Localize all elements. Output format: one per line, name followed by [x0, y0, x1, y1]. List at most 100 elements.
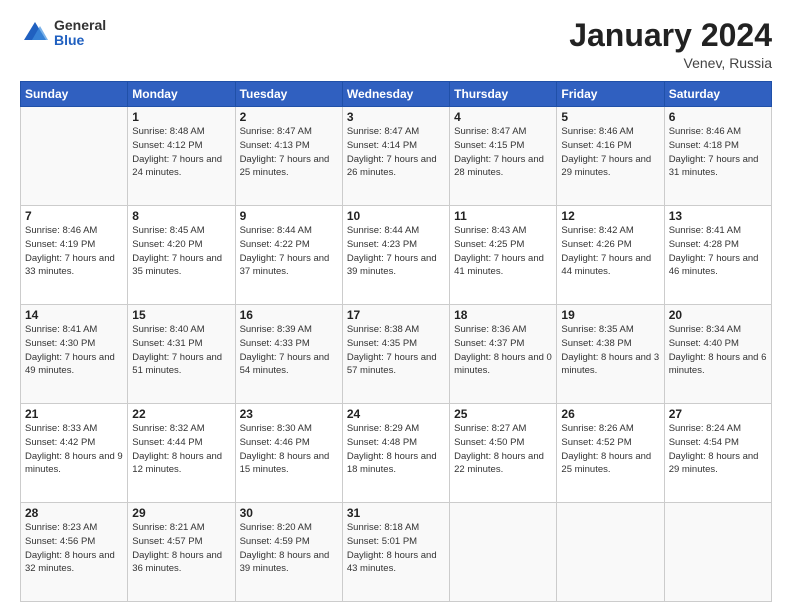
day-number: 12 — [561, 209, 659, 223]
day-cell: 18Sunrise: 8:36 AMSunset: 4:37 PMDayligh… — [450, 305, 557, 404]
day-cell: 4Sunrise: 8:47 AMSunset: 4:15 PMDaylight… — [450, 107, 557, 206]
day-number: 19 — [561, 308, 659, 322]
day-number: 22 — [132, 407, 230, 421]
day-cell — [21, 107, 128, 206]
day-number: 1 — [132, 110, 230, 124]
day-cell: 31Sunrise: 8:18 AMSunset: 5:01 PMDayligh… — [342, 503, 449, 602]
header-cell-monday: Monday — [128, 82, 235, 107]
day-cell: 14Sunrise: 8:41 AMSunset: 4:30 PMDayligh… — [21, 305, 128, 404]
day-info: Sunrise: 8:45 AMSunset: 4:20 PMDaylight:… — [132, 224, 230, 279]
day-cell: 27Sunrise: 8:24 AMSunset: 4:54 PMDayligh… — [664, 404, 771, 503]
day-cell: 5Sunrise: 8:46 AMSunset: 4:16 PMDaylight… — [557, 107, 664, 206]
day-cell: 29Sunrise: 8:21 AMSunset: 4:57 PMDayligh… — [128, 503, 235, 602]
day-info: Sunrise: 8:23 AMSunset: 4:56 PMDaylight:… — [25, 521, 123, 576]
day-info: Sunrise: 8:44 AMSunset: 4:22 PMDaylight:… — [240, 224, 338, 279]
day-cell: 30Sunrise: 8:20 AMSunset: 4:59 PMDayligh… — [235, 503, 342, 602]
day-info: Sunrise: 8:39 AMSunset: 4:33 PMDaylight:… — [240, 323, 338, 378]
day-number: 30 — [240, 506, 338, 520]
day-number: 28 — [25, 506, 123, 520]
day-number: 18 — [454, 308, 552, 322]
day-info: Sunrise: 8:42 AMSunset: 4:26 PMDaylight:… — [561, 224, 659, 279]
day-info: Sunrise: 8:24 AMSunset: 4:54 PMDaylight:… — [669, 422, 767, 477]
day-info: Sunrise: 8:26 AMSunset: 4:52 PMDaylight:… — [561, 422, 659, 477]
header-cell-saturday: Saturday — [664, 82, 771, 107]
day-cell: 17Sunrise: 8:38 AMSunset: 4:35 PMDayligh… — [342, 305, 449, 404]
day-info: Sunrise: 8:29 AMSunset: 4:48 PMDaylight:… — [347, 422, 445, 477]
day-number: 31 — [347, 506, 445, 520]
week-row-5: 28Sunrise: 8:23 AMSunset: 4:56 PMDayligh… — [21, 503, 772, 602]
location: Venev, Russia — [569, 55, 772, 71]
day-cell: 15Sunrise: 8:40 AMSunset: 4:31 PMDayligh… — [128, 305, 235, 404]
day-number: 13 — [669, 209, 767, 223]
day-number: 24 — [347, 407, 445, 421]
day-info: Sunrise: 8:36 AMSunset: 4:37 PMDaylight:… — [454, 323, 552, 378]
day-cell: 25Sunrise: 8:27 AMSunset: 4:50 PMDayligh… — [450, 404, 557, 503]
day-info: Sunrise: 8:35 AMSunset: 4:38 PMDaylight:… — [561, 323, 659, 378]
month-title: January 2024 — [569, 18, 772, 53]
header-cell-sunday: Sunday — [21, 82, 128, 107]
day-cell: 19Sunrise: 8:35 AMSunset: 4:38 PMDayligh… — [557, 305, 664, 404]
day-cell: 3Sunrise: 8:47 AMSunset: 4:14 PMDaylight… — [342, 107, 449, 206]
week-row-3: 14Sunrise: 8:41 AMSunset: 4:30 PMDayligh… — [21, 305, 772, 404]
day-number: 29 — [132, 506, 230, 520]
day-cell: 12Sunrise: 8:42 AMSunset: 4:26 PMDayligh… — [557, 206, 664, 305]
day-cell: 9Sunrise: 8:44 AMSunset: 4:22 PMDaylight… — [235, 206, 342, 305]
day-info: Sunrise: 8:21 AMSunset: 4:57 PMDaylight:… — [132, 521, 230, 576]
day-info: Sunrise: 8:41 AMSunset: 4:30 PMDaylight:… — [25, 323, 123, 378]
day-number: 11 — [454, 209, 552, 223]
day-info: Sunrise: 8:32 AMSunset: 4:44 PMDaylight:… — [132, 422, 230, 477]
week-row-1: 1Sunrise: 8:48 AMSunset: 4:12 PMDaylight… — [21, 107, 772, 206]
day-cell: 26Sunrise: 8:26 AMSunset: 4:52 PMDayligh… — [557, 404, 664, 503]
day-cell: 24Sunrise: 8:29 AMSunset: 4:48 PMDayligh… — [342, 404, 449, 503]
day-cell: 8Sunrise: 8:45 AMSunset: 4:20 PMDaylight… — [128, 206, 235, 305]
day-info: Sunrise: 8:46 AMSunset: 4:16 PMDaylight:… — [561, 125, 659, 180]
day-cell — [664, 503, 771, 602]
day-cell: 28Sunrise: 8:23 AMSunset: 4:56 PMDayligh… — [21, 503, 128, 602]
day-info: Sunrise: 8:47 AMSunset: 4:14 PMDaylight:… — [347, 125, 445, 180]
day-number: 5 — [561, 110, 659, 124]
day-number: 20 — [669, 308, 767, 322]
day-info: Sunrise: 8:27 AMSunset: 4:50 PMDaylight:… — [454, 422, 552, 477]
day-info: Sunrise: 8:33 AMSunset: 4:42 PMDaylight:… — [25, 422, 123, 477]
day-info: Sunrise: 8:46 AMSunset: 4:18 PMDaylight:… — [669, 125, 767, 180]
day-cell: 7Sunrise: 8:46 AMSunset: 4:19 PMDaylight… — [21, 206, 128, 305]
day-info: Sunrise: 8:48 AMSunset: 4:12 PMDaylight:… — [132, 125, 230, 180]
day-cell — [557, 503, 664, 602]
day-number: 14 — [25, 308, 123, 322]
day-cell: 1Sunrise: 8:48 AMSunset: 4:12 PMDaylight… — [128, 107, 235, 206]
day-cell: 20Sunrise: 8:34 AMSunset: 4:40 PMDayligh… — [664, 305, 771, 404]
day-cell: 10Sunrise: 8:44 AMSunset: 4:23 PMDayligh… — [342, 206, 449, 305]
logo: General Blue — [20, 18, 106, 49]
day-cell — [450, 503, 557, 602]
day-number: 9 — [240, 209, 338, 223]
day-info: Sunrise: 8:18 AMSunset: 5:01 PMDaylight:… — [347, 521, 445, 576]
day-info: Sunrise: 8:46 AMSunset: 4:19 PMDaylight:… — [25, 224, 123, 279]
day-number: 15 — [132, 308, 230, 322]
title-block: January 2024 Venev, Russia — [569, 18, 772, 71]
day-number: 26 — [561, 407, 659, 421]
day-info: Sunrise: 8:38 AMSunset: 4:35 PMDaylight:… — [347, 323, 445, 378]
header-cell-friday: Friday — [557, 82, 664, 107]
week-row-2: 7Sunrise: 8:46 AMSunset: 4:19 PMDaylight… — [21, 206, 772, 305]
day-number: 17 — [347, 308, 445, 322]
header-cell-thursday: Thursday — [450, 82, 557, 107]
day-number: 16 — [240, 308, 338, 322]
day-info: Sunrise: 8:30 AMSunset: 4:46 PMDaylight:… — [240, 422, 338, 477]
day-info: Sunrise: 8:41 AMSunset: 4:28 PMDaylight:… — [669, 224, 767, 279]
day-cell: 16Sunrise: 8:39 AMSunset: 4:33 PMDayligh… — [235, 305, 342, 404]
day-number: 6 — [669, 110, 767, 124]
day-info: Sunrise: 8:43 AMSunset: 4:25 PMDaylight:… — [454, 224, 552, 279]
logo-icon — [20, 18, 50, 48]
day-number: 10 — [347, 209, 445, 223]
day-info: Sunrise: 8:47 AMSunset: 4:13 PMDaylight:… — [240, 125, 338, 180]
logo-text: General Blue — [54, 18, 106, 49]
page: General Blue January 2024 Venev, Russia … — [0, 0, 792, 612]
day-info: Sunrise: 8:44 AMSunset: 4:23 PMDaylight:… — [347, 224, 445, 279]
day-number: 23 — [240, 407, 338, 421]
day-cell: 22Sunrise: 8:32 AMSunset: 4:44 PMDayligh… — [128, 404, 235, 503]
week-row-4: 21Sunrise: 8:33 AMSunset: 4:42 PMDayligh… — [21, 404, 772, 503]
day-cell: 11Sunrise: 8:43 AMSunset: 4:25 PMDayligh… — [450, 206, 557, 305]
day-number: 8 — [132, 209, 230, 223]
day-cell: 6Sunrise: 8:46 AMSunset: 4:18 PMDaylight… — [664, 107, 771, 206]
day-number: 2 — [240, 110, 338, 124]
